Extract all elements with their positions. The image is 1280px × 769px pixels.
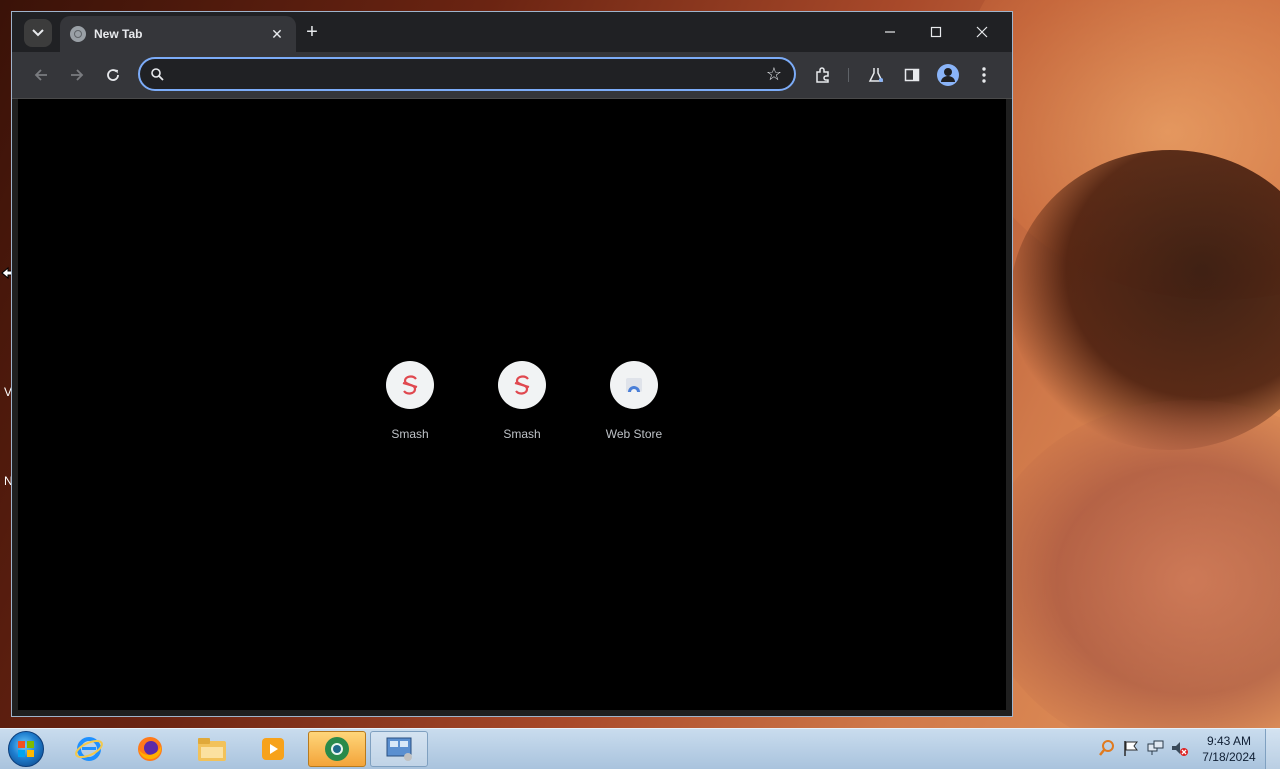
tab-title: New Tab (94, 27, 143, 41)
shortcut-label: Web Store (605, 427, 663, 441)
search-icon (151, 68, 164, 81)
minimize-icon (885, 31, 895, 33)
profile-button[interactable] (933, 60, 963, 90)
taskbar-windows-explorer[interactable] (185, 731, 239, 767)
taskbar-internet-explorer[interactable] (62, 731, 116, 767)
new-tab-page: Smash Smash Web Store (18, 99, 1006, 710)
menu-button[interactable] (969, 60, 999, 90)
windows-explorer-icon (198, 738, 226, 761)
maximize-button[interactable] (914, 18, 958, 46)
search-tray-icon[interactable] (1098, 739, 1116, 757)
web-store-icon (610, 361, 658, 409)
bookmark-star-icon[interactable]: ☆ (766, 64, 782, 85)
side-panel-icon (904, 68, 920, 82)
tab-new-tab[interactable]: New Tab ✕ (60, 16, 296, 52)
maximize-icon (930, 26, 942, 38)
volume-muted-icon[interactable] (1170, 739, 1188, 757)
media-player-icon (262, 738, 284, 760)
close-icon (976, 26, 988, 38)
tab-strip: New Tab ✕ + (12, 12, 1012, 52)
taskbar-chrome[interactable] (308, 731, 366, 767)
start-button[interactable] (8, 731, 44, 767)
extensions-button[interactable] (808, 60, 838, 90)
chevron-down-icon (32, 29, 44, 37)
minimize-button[interactable] (868, 18, 912, 46)
new-tab-button[interactable]: + (300, 20, 324, 44)
shortcut-tile-smash[interactable]: Smash (474, 361, 570, 461)
flask-icon (868, 68, 884, 82)
reload-button[interactable] (98, 60, 128, 90)
shortcut-label: Smash (503, 427, 541, 441)
firefox-icon (138, 737, 162, 761)
close-tab-icon[interactable]: ✕ (268, 26, 286, 43)
shortcut-tile-smash[interactable]: Smash (362, 361, 458, 461)
internet-explorer-icon (75, 737, 103, 761)
system-clock[interactable]: 9:43 AM 7/18/2024 (1196, 733, 1262, 765)
windows-logo-icon (18, 741, 34, 757)
shortcut-label: Smash (391, 427, 429, 441)
back-button[interactable] (26, 60, 56, 90)
side-panel-button[interactable] (897, 60, 927, 90)
wallpaper-rock-lower (980, 400, 1280, 760)
chrome-labs-button[interactable] (861, 60, 891, 90)
reload-icon (107, 69, 119, 81)
forward-arrow-icon (71, 69, 84, 81)
close-window-button[interactable] (960, 18, 1004, 46)
smash-icon (498, 361, 546, 409)
smash-icon (386, 361, 434, 409)
puzzle-icon (816, 67, 829, 83)
network-icon[interactable] (1146, 739, 1164, 757)
action-center-flag-icon[interactable] (1122, 739, 1140, 757)
chrome-window[interactable]: New Tab ✕ + ☆ Smash Smash Web Store (11, 11, 1013, 717)
more-vertical-icon (982, 67, 986, 83)
control-panel-icon (386, 737, 412, 761)
address-bar[interactable]: ☆ (138, 57, 796, 91)
back-arrow-icon (34, 69, 47, 81)
address-input[interactable] (172, 63, 756, 87)
toolbar-divider (848, 68, 849, 82)
shortcut-tiles: Smash Smash Web Store (362, 361, 682, 461)
taskbar-control-panel[interactable] (370, 731, 428, 767)
browser-toolbar: ☆ (12, 52, 1012, 99)
shortcut-tile-web-store[interactable]: Web Store (586, 361, 682, 461)
avatar-icon (937, 64, 959, 86)
clock-time: 9:43 AM (1206, 734, 1252, 748)
taskbar-firefox[interactable] (123, 731, 177, 767)
globe-icon (70, 26, 86, 42)
taskbar: 9:43 AM 7/18/2024 (0, 728, 1280, 769)
chrome-icon (325, 737, 349, 761)
clock-date: 7/18/2024 (1202, 750, 1256, 764)
forward-button[interactable] (62, 60, 92, 90)
tab-search-button[interactable] (24, 19, 52, 47)
taskbar-media-player[interactable] (246, 731, 300, 767)
show-desktop-button[interactable] (1265, 729, 1280, 769)
